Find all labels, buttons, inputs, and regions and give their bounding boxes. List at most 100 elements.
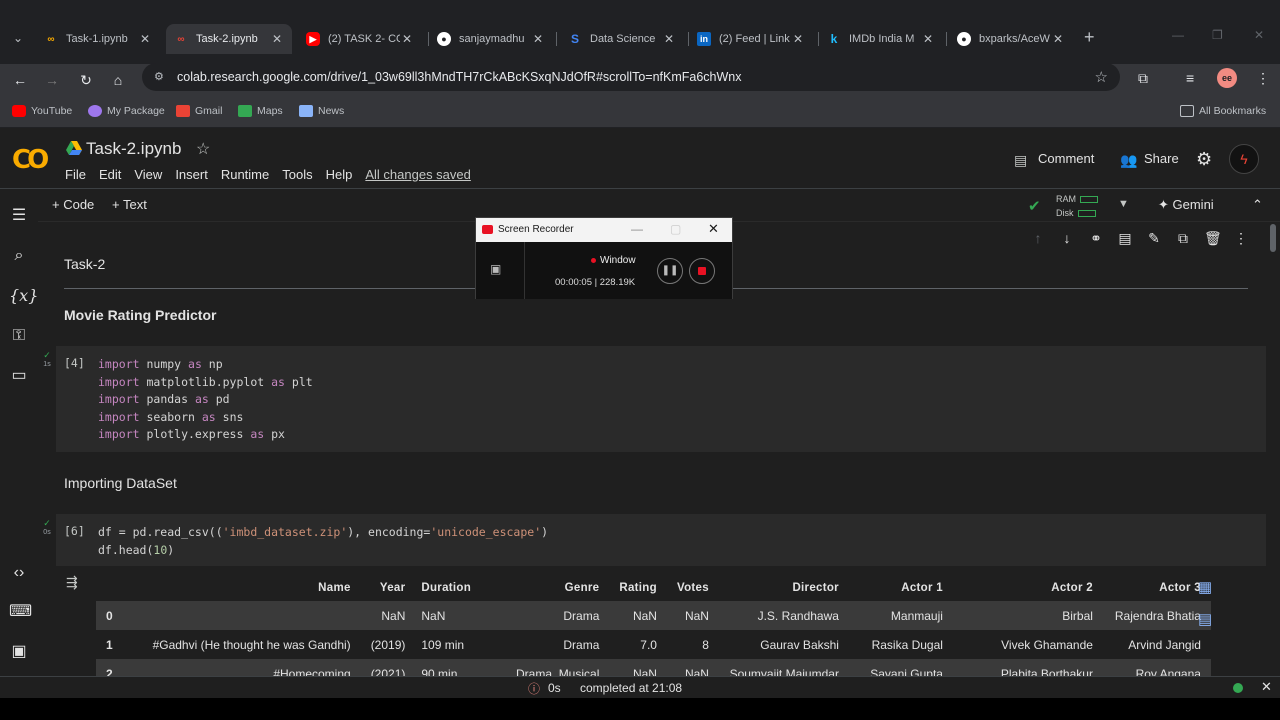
move-cell-down-icon[interactable]: ↓ xyxy=(1059,230,1075,247)
code-snippets-icon[interactable]: ‹› xyxy=(9,563,29,583)
google-drive-icon[interactable] xyxy=(66,141,82,155)
menu-help[interactable]: Help xyxy=(326,167,353,182)
reload-icon[interactable]: ↻ xyxy=(76,70,96,90)
move-cell-up-icon[interactable]: ↑ xyxy=(1030,230,1046,247)
terminal-icon[interactable]: ▣ xyxy=(9,642,29,662)
table-of-contents-icon[interactable]: ☰ xyxy=(9,206,29,226)
tab-data-science[interactable]: S Data Science ✕ xyxy=(560,26,684,52)
tab-search-chevron-icon[interactable]: ⌄ xyxy=(8,28,28,48)
edit-pencil-icon[interactable]: ✎ xyxy=(1146,230,1162,247)
notebook-title[interactable]: Task-2.ipynb xyxy=(86,139,181,159)
tab-github-bxparks[interactable]: ● bxparks/AceW ✕ xyxy=(949,26,1073,52)
close-icon[interactable]: ✕ xyxy=(270,32,284,46)
chart-suggest-icon[interactable]: ▤ xyxy=(1198,610,1212,628)
status-error-icon[interactable]: ⓘ xyxy=(528,680,540,697)
mirror-cell-icon[interactable]: ⧉ xyxy=(1175,230,1191,247)
all-bookmarks[interactable]: All Bookmarks xyxy=(1180,105,1266,117)
cell-run-status[interactable]: ✓ 0s xyxy=(40,518,54,538)
bookmark-news[interactable]: News xyxy=(299,105,344,117)
minimize-icon[interactable]: — xyxy=(1172,28,1184,42)
code-token: ) xyxy=(167,542,175,557)
secrets-key-icon[interactable]: ⚿ xyxy=(9,326,29,346)
collapse-header-icon[interactable]: ⌃ xyxy=(1252,197,1263,213)
close-icon[interactable]: ✕ xyxy=(791,32,805,46)
more-options-icon[interactable]: ⋮ xyxy=(1233,230,1249,247)
back-arrow-icon[interactable]: ← xyxy=(10,70,30,90)
add-code-button[interactable]: + Code xyxy=(52,197,94,212)
code-token: import xyxy=(98,392,140,407)
saved-status[interactable]: All changes saved xyxy=(365,167,471,182)
pause-button[interactable]: ❚❚ xyxy=(657,258,683,284)
tab-youtube-task[interactable]: ▶ (2) TASK 2- CO ✕ xyxy=(298,26,422,52)
account-avatar[interactable]: ϟ xyxy=(1229,144,1259,174)
link-icon[interactable]: ⚭ xyxy=(1088,230,1104,247)
tab-linkedin[interactable]: in (2) Feed | Link ✕ xyxy=(689,26,813,52)
window-close-icon[interactable]: ✕ xyxy=(1254,28,1264,42)
cell-run-status[interactable]: ✓ 1s xyxy=(40,350,54,370)
browser-menu-icon[interactable]: ⋮ xyxy=(1256,70,1270,87)
menu-view[interactable]: View xyxy=(134,167,162,182)
forward-arrow-icon[interactable]: → xyxy=(42,70,62,90)
close-icon[interactable]: ✕ xyxy=(1051,32,1065,46)
bookmark-my-package[interactable]: My Package xyxy=(88,105,165,117)
comment-button[interactable]: ▤ Comment xyxy=(1014,151,1094,168)
open-folder-icon[interactable]: ▣ xyxy=(490,262,501,276)
menu-tools[interactable]: Tools xyxy=(282,167,312,182)
tab-task-1[interactable]: ∞ Task-1.ipynb ✕ xyxy=(36,26,160,52)
maximize-icon[interactable]: ❐ xyxy=(1212,28,1223,42)
star-icon[interactable]: ☆ xyxy=(196,139,210,159)
close-icon[interactable]: ✕ xyxy=(708,221,719,237)
stop-button[interactable] xyxy=(689,258,715,284)
tab-divider xyxy=(946,32,947,46)
gemini-button[interactable]: ✦ Gemini xyxy=(1158,197,1214,213)
code-editor[interactable]: import numpy as np import matplotlib.pyp… xyxy=(98,356,313,444)
bookmark-maps[interactable]: Maps xyxy=(238,105,283,117)
comment-cell-icon[interactable]: ▤ xyxy=(1117,230,1133,247)
bookmark-star-icon[interactable]: ☆ xyxy=(1095,68,1108,86)
code-cell-imports[interactable]: ✓ 1s [4] import numpy as np import matplo… xyxy=(43,346,1266,452)
tab-task-2[interactable]: ∞ Task-2.ipynb ✕ xyxy=(166,24,292,54)
close-icon[interactable]: ✕ xyxy=(662,32,676,46)
command-palette-icon[interactable]: ⌨ xyxy=(9,602,32,622)
menu-edit[interactable]: Edit xyxy=(99,167,121,182)
menu-insert[interactable]: Insert xyxy=(175,167,208,182)
menu-runtime[interactable]: Runtime xyxy=(221,167,269,182)
scrollbar-thumb[interactable] xyxy=(1270,224,1276,252)
runtime-dropdown-icon[interactable]: ▼ xyxy=(1118,198,1129,210)
files-folder-icon[interactable]: ▭ xyxy=(9,366,29,386)
output-actions-icon[interactable]: ⇶ xyxy=(66,574,78,591)
address-bar[interactable]: ⚙ colab.research.google.com/drive/1_03w6… xyxy=(142,63,1120,91)
code-cell-read-csv[interactable]: ✓ 0s [6] df = pd.read_csv(('imbd_dataset.… xyxy=(43,514,1266,566)
home-icon[interactable]: ⌂ xyxy=(108,70,128,90)
delete-trash-icon[interactable]: 🗑 xyxy=(1204,230,1222,247)
close-icon[interactable]: ✕ xyxy=(1261,679,1272,695)
settings-gear-icon[interactable]: ⚙ xyxy=(1196,149,1212,170)
close-icon[interactable]: ✕ xyxy=(531,32,545,46)
menu-file[interactable]: File xyxy=(65,167,86,182)
news-icon xyxy=(299,105,313,117)
media-controls-icon[interactable]: ≡ xyxy=(1186,70,1194,86)
bookmark-youtube[interactable]: YouTube xyxy=(12,105,72,117)
share-button[interactable]: 👥 Share xyxy=(1120,151,1179,168)
maximize-icon[interactable]: ▢ xyxy=(670,222,681,236)
close-icon[interactable]: ✕ xyxy=(138,32,152,46)
close-icon[interactable]: ✕ xyxy=(921,32,935,46)
colab-logo[interactable]: CO xyxy=(12,145,49,175)
cell-run-time: 1s xyxy=(43,361,51,368)
tab-github-sanjay[interactable]: ● sanjaymadhu ✕ xyxy=(429,26,553,52)
table-view-icon[interactable]: ▦ xyxy=(1198,578,1212,596)
extensions-icon[interactable]: ⧉ xyxy=(1138,70,1148,87)
code-editor[interactable]: df = pd.read_csv(('imbd_dataset.zip'), e… xyxy=(98,524,548,559)
search-icon[interactable]: ⌕ xyxy=(9,246,29,266)
bookmark-gmail[interactable]: Gmail xyxy=(176,105,222,117)
close-icon[interactable]: ✕ xyxy=(400,32,414,46)
new-tab-plus-icon[interactable]: + xyxy=(1084,27,1095,48)
resource-monitor[interactable]: RAM Disk xyxy=(1056,192,1098,220)
profile-avatar[interactable]: ee xyxy=(1217,68,1237,88)
add-text-button[interactable]: + Text xyxy=(112,197,147,212)
minimize-icon[interactable]: — xyxy=(631,222,643,236)
tab-kaggle-imdb[interactable]: k IMDb India M ✕ xyxy=(819,26,943,52)
recorder-titlebar[interactable]: Screen Recorder — ▢ ✕ xyxy=(476,218,732,242)
variables-icon[interactable]: {x} xyxy=(9,286,38,306)
site-info-icon[interactable]: ⚙ xyxy=(154,70,168,84)
